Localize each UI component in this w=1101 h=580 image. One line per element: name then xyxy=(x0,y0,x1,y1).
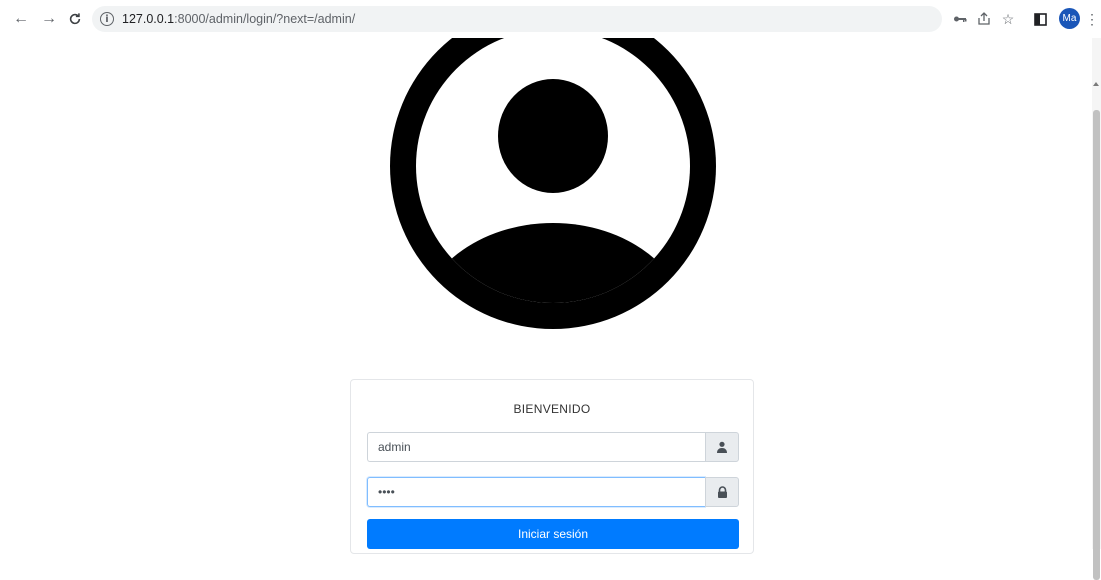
user-avatar-illustration xyxy=(388,38,718,338)
scroll-up-arrow-icon[interactable] xyxy=(1093,82,1099,86)
lock-icon xyxy=(705,477,739,507)
sidepanel-icon[interactable] xyxy=(1030,9,1050,29)
url-text: 127.0.0.1:8000/admin/login/?next=/admin/ xyxy=(122,12,356,26)
username-input[interactable] xyxy=(367,432,705,462)
password-group xyxy=(367,477,739,507)
user-icon xyxy=(705,432,739,462)
star-icon[interactable]: ☆ xyxy=(998,9,1018,29)
login-title: BIENVENIDO xyxy=(513,402,591,416)
back-arrow-icon[interactable]: ← xyxy=(10,8,32,30)
forward-arrow-icon[interactable]: → xyxy=(38,8,60,30)
menu-dots-icon[interactable]: ⋮ xyxy=(1082,9,1101,29)
address-bar[interactable]: i 127.0.0.1:8000/admin/login/?next=/admi… xyxy=(92,6,942,32)
scrollbar-thumb[interactable] xyxy=(1093,110,1100,580)
page-scrollbar[interactable] xyxy=(1092,38,1101,580)
login-submit-button[interactable]: Iniciar sesión xyxy=(367,519,739,549)
key-icon[interactable] xyxy=(950,9,970,29)
profile-avatar[interactable]: Ma xyxy=(1059,8,1080,29)
info-icon[interactable]: i xyxy=(100,12,114,26)
reload-icon[interactable] xyxy=(64,8,86,30)
username-group xyxy=(367,432,739,462)
login-card: BIENVENIDO Iniciar sesión xyxy=(350,379,754,554)
password-input[interactable] xyxy=(367,477,705,507)
browser-toolbar: ← → i 127.0.0.1:8000/admin/login/?next=/… xyxy=(0,0,1101,38)
share-icon[interactable] xyxy=(974,9,994,29)
user-circle-icon xyxy=(390,38,716,329)
